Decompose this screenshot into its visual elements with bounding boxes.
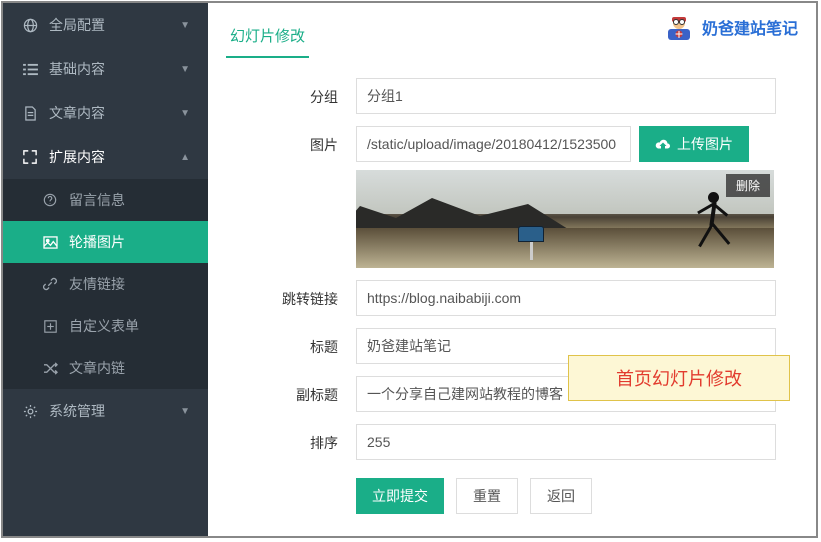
chevron-down-icon: ▼ xyxy=(180,406,190,417)
image-icon xyxy=(41,236,59,249)
submenu-label: 轮播图片 xyxy=(69,232,125,252)
label-subtitle: 副标题 xyxy=(226,376,356,405)
menu-label: 基础内容 xyxy=(49,59,105,79)
label-link: 跳转链接 xyxy=(226,280,356,309)
menu-global-config[interactable]: 全局配置 ▼ xyxy=(3,3,208,47)
chevron-down-icon: ▼ xyxy=(180,108,190,119)
sidebar: 全局配置 ▼ 基础内容 ▼ 文章内容 ▼ 扩展内容 ▲ 留言信息 轮播图片 xyxy=(3,3,208,536)
brand-logo-icon xyxy=(662,13,696,41)
menu-label: 文章内容 xyxy=(49,103,105,123)
expand-icon xyxy=(21,150,39,164)
back-button[interactable]: 返回 xyxy=(530,478,592,514)
label-title: 标题 xyxy=(226,328,356,357)
upload-button-label: 上传图片 xyxy=(677,134,733,154)
submenu-label: 友情链接 xyxy=(69,274,125,294)
chevron-down-icon: ▼ xyxy=(180,64,190,75)
shuffle-icon xyxy=(41,362,59,375)
submenu-label: 留言信息 xyxy=(69,190,125,210)
submenu-label: 自定义表单 xyxy=(69,316,139,336)
upload-button[interactable]: 上传图片 xyxy=(639,126,749,162)
bars-icon xyxy=(21,63,39,76)
cloud-upload-icon xyxy=(655,138,671,151)
label-group: 分组 xyxy=(226,78,356,107)
plus-square-icon xyxy=(41,320,59,333)
globe-icon xyxy=(21,18,39,33)
menu-article-content[interactable]: 文章内容 ▼ xyxy=(3,91,208,135)
callout-annotation: 首页幻灯片修改 xyxy=(568,355,790,401)
image-preview: 删除 xyxy=(356,170,774,268)
menu-basic-content[interactable]: 基础内容 ▼ xyxy=(3,47,208,91)
brand-text: 奶爸建站笔记 xyxy=(702,15,798,39)
reset-button[interactable]: 重置 xyxy=(456,478,518,514)
submenu-custom-form[interactable]: 自定义表单 xyxy=(3,305,208,347)
tab-slide-edit[interactable]: 幻灯片修改 xyxy=(226,15,309,58)
menu-label: 全局配置 xyxy=(49,15,105,35)
question-icon xyxy=(41,193,59,207)
menu-system[interactable]: 系统管理 ▼ xyxy=(3,389,208,433)
brand-link[interactable]: 奶爸建站笔记 xyxy=(662,13,798,41)
input-link[interactable] xyxy=(356,280,776,316)
submenu-links[interactable]: 友情链接 xyxy=(3,263,208,305)
chevron-up-icon: ▲ xyxy=(180,152,190,163)
label-sort: 排序 xyxy=(226,424,356,453)
submenu-label: 文章内链 xyxy=(69,358,125,378)
input-sort[interactable] xyxy=(356,424,776,460)
delete-image-button[interactable]: 删除 xyxy=(726,174,770,197)
chevron-down-icon: ▼ xyxy=(180,20,190,31)
file-icon xyxy=(21,106,39,121)
submenu-extend: 留言信息 轮播图片 友情链接 自定义表单 文章内链 xyxy=(3,179,208,389)
input-group[interactable] xyxy=(356,78,776,114)
submenu-carousel[interactable]: 轮播图片 xyxy=(3,221,208,263)
menu-label: 扩展内容 xyxy=(49,147,105,167)
menu-label: 系统管理 xyxy=(49,401,105,421)
input-image-path[interactable] xyxy=(356,126,631,162)
label-image: 图片 xyxy=(226,126,356,155)
submenu-message[interactable]: 留言信息 xyxy=(3,179,208,221)
submenu-article-inlink[interactable]: 文章内链 xyxy=(3,347,208,389)
menu-extend-content[interactable]: 扩展内容 ▲ xyxy=(3,135,208,179)
gear-icon xyxy=(21,404,39,419)
link-icon xyxy=(41,277,59,291)
main-panel: 奶爸建站笔记 幻灯片修改 分组 图片 上传图片 删除 跳转链接 xyxy=(208,3,816,536)
submit-button[interactable]: 立即提交 xyxy=(356,478,444,514)
